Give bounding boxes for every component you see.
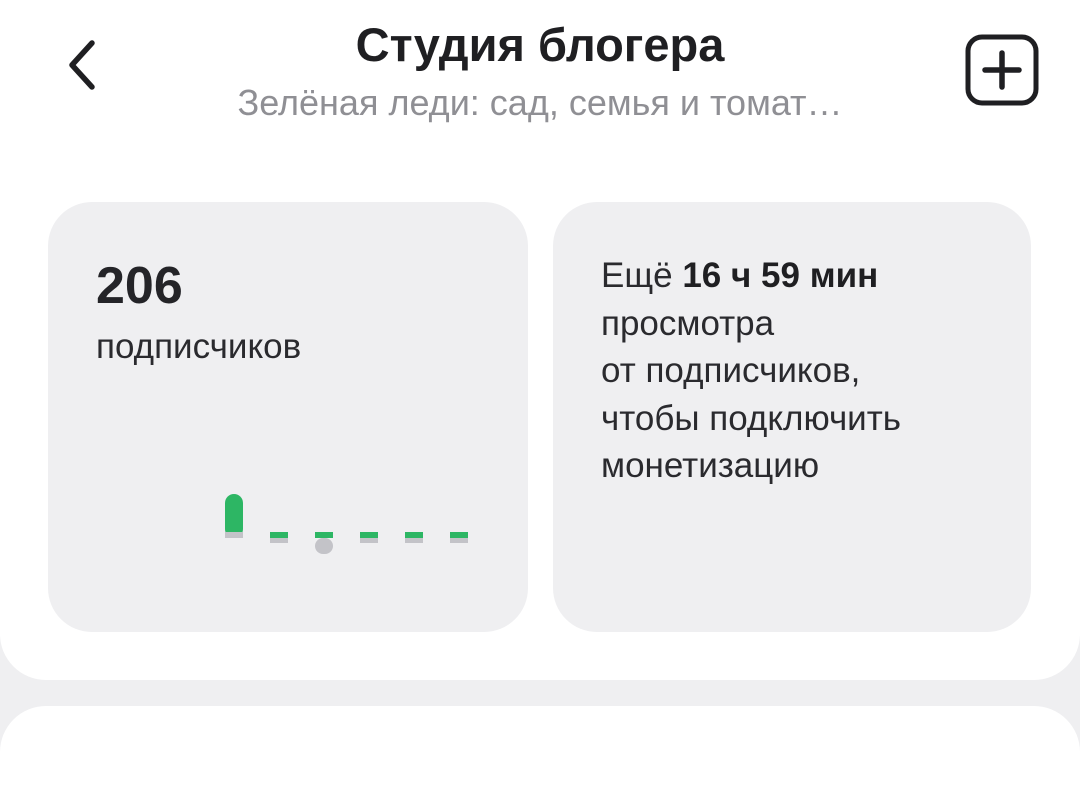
trend-bar: [225, 494, 243, 538]
next-section-panel: [0, 706, 1080, 786]
monetization-time: 16 ч 59 мин: [682, 256, 879, 295]
trend-bar: [450, 532, 468, 543]
subscriber-label: подписчиков: [96, 327, 302, 366]
monetization-line-2: просмотра: [601, 303, 775, 343]
channel-name: Зелёная леди: сад, семья и томат…: [237, 82, 843, 123]
plus-square-icon: [965, 34, 1039, 106]
monetization-line-5: монетизацию: [601, 446, 820, 485]
subscriber-count: 206: [96, 257, 183, 315]
trend-bar: [270, 532, 288, 543]
monetization-progress-text: Ещё 16 ч 59 мин просмотра от подписчиков…: [601, 252, 1011, 490]
monetization-line-1: Ещё 16 ч 59 мин: [601, 252, 1011, 300]
trend-bar: [405, 532, 423, 543]
add-content-button[interactable]: [962, 32, 1042, 108]
trend-bar: [360, 532, 378, 543]
subscriber-trend-chart: [225, 494, 468, 554]
page-title: Студия блогера: [355, 18, 725, 71]
monetization-line-3: от подписчиков,: [601, 351, 861, 390]
trend-bar: [315, 532, 333, 554]
monetization-prefix: Ещё: [601, 256, 683, 295]
subscribers-card[interactable]: 206 подписчиков: [48, 202, 528, 632]
monetization-card[interactable]: Ещё 16 ч 59 мин просмотра от подписчиков…: [553, 202, 1031, 632]
monetization-line-4: чтобы подключить: [601, 398, 901, 438]
